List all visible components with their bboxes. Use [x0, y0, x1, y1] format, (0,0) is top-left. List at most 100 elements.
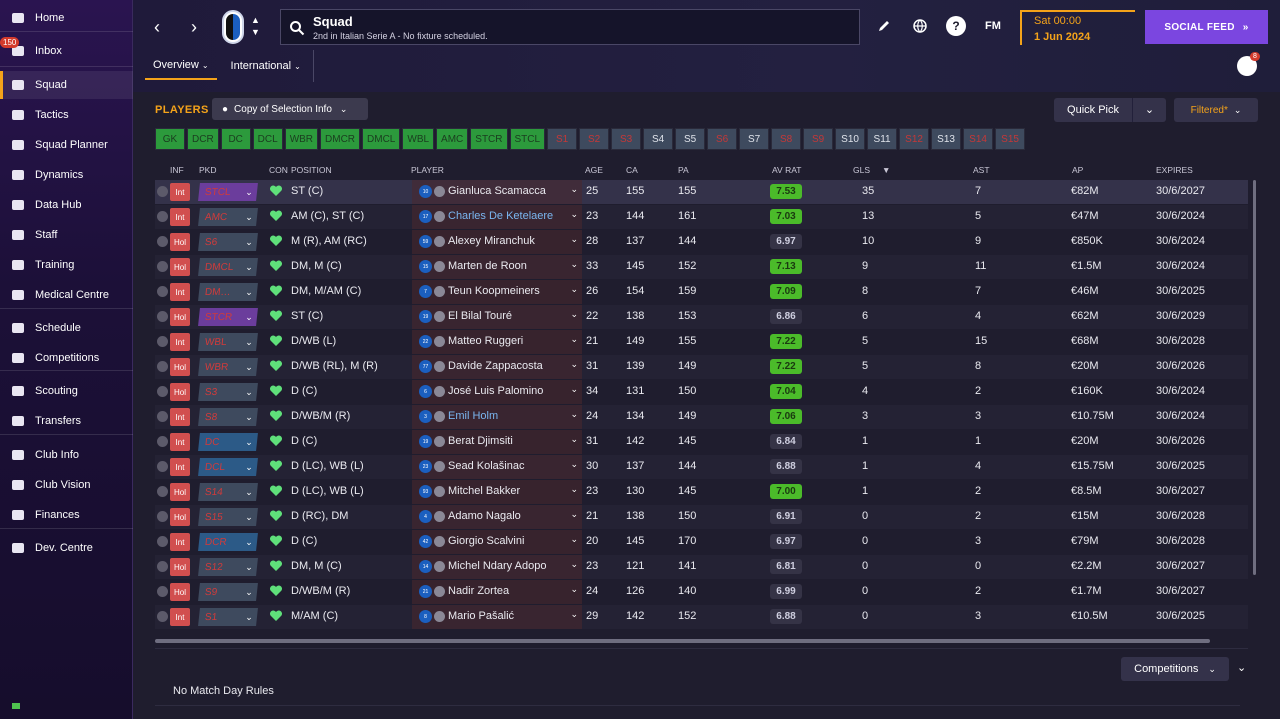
- picked-position-selector[interactable]: WBL ⌄: [198, 333, 258, 351]
- col-age[interactable]: AGE: [585, 165, 603, 175]
- chevron-down-icon[interactable]: ⌄: [570, 534, 578, 545]
- globe-icon[interactable]: [910, 16, 930, 36]
- position-button-dcr[interactable]: DCR: [187, 128, 219, 150]
- row-select-checkbox[interactable]: [157, 511, 168, 522]
- table-row[interactable]: Int S8 ⌄ D/WB/M (R) 3 Emil Holm ⌄ 24 134 149 7.06 3…: [155, 405, 1248, 429]
- position-button-s14[interactable]: S14: [963, 128, 994, 150]
- chevron-down-icon[interactable]: ⌄: [570, 234, 578, 245]
- col-expires[interactable]: EXPIRES: [1156, 165, 1193, 175]
- fm-menu-icon[interactable]: FM: [981, 16, 1005, 36]
- row-select-checkbox[interactable]: [157, 186, 168, 197]
- player-cell[interactable]: 6 José Luis Palomino ⌄: [412, 380, 582, 404]
- sidebar-item-tactics[interactable]: Tactics: [0, 101, 133, 129]
- player-cell[interactable]: 19 Berat Djimsiti ⌄: [412, 430, 582, 454]
- sidebar-item-medical-centre[interactable]: Medical Centre: [0, 281, 133, 309]
- col-position[interactable]: POSITION: [291, 165, 332, 175]
- position-button-s11[interactable]: S11: [867, 128, 898, 150]
- quick-pick-button[interactable]: Quick Pick ⌄: [1054, 98, 1166, 122]
- horizontal-scrollbar[interactable]: [155, 639, 1210, 643]
- table-row[interactable]: Hol S15 ⌄ D (RC), DM 4 Adamo Nagalo ⌄ 21 138 150 6…: [155, 505, 1248, 529]
- chevron-down-icon[interactable]: ⌄: [570, 509, 578, 520]
- player-cell[interactable]: 14 Michel Ndary Adopo ⌄: [412, 555, 582, 579]
- sidebar-item-club-vision[interactable]: Club Vision: [0, 471, 133, 499]
- position-button-wbr[interactable]: WBR: [284, 128, 319, 150]
- player-cell[interactable]: 93 Mitchel Bakker ⌄: [412, 480, 582, 504]
- chevron-down-icon[interactable]: ⌄: [570, 384, 578, 395]
- sidebar-item-inbox[interactable]: Inbox: [0, 37, 133, 65]
- player-name[interactable]: Marten de Roon: [448, 260, 527, 272]
- col-ap[interactable]: AP: [1072, 165, 1083, 175]
- sidebar-item-competitions[interactable]: Competitions: [0, 344, 133, 372]
- player-name[interactable]: Nadir Zortea: [448, 585, 509, 597]
- row-select-checkbox[interactable]: [157, 311, 168, 322]
- table-row[interactable]: Int DCL ⌄ D (LC), WB (L) 23 Sead Kolašinac ⌄ 30…: [155, 455, 1248, 479]
- chevron-down-icon[interactable]: ⌄: [570, 309, 578, 320]
- player-name[interactable]: José Luis Palomino: [448, 385, 543, 397]
- picked-position-selector[interactable]: S3 ⌄: [198, 383, 258, 401]
- chevron-down-icon[interactable]: ⌄: [570, 209, 578, 220]
- chevron-down-icon[interactable]: ⌄: [570, 459, 578, 470]
- player-name[interactable]: Mitchel Bakker: [448, 485, 520, 497]
- position-button-stcr[interactable]: STCR: [470, 128, 508, 150]
- player-name[interactable]: Mario Pašalić: [448, 610, 514, 622]
- table-row[interactable]: Int DCR ⌄ D (C) 42 Giorgio Scalvini ⌄ 20 145 170 6…: [155, 530, 1248, 554]
- chevron-down-icon[interactable]: ⌄: [570, 559, 578, 570]
- row-select-checkbox[interactable]: [157, 261, 168, 272]
- table-row[interactable]: Hol S6 ⌄ M (R), AM (RC) 59 Alexey Miranchuk ⌄ 2…: [155, 230, 1248, 254]
- row-select-checkbox[interactable]: [157, 236, 168, 247]
- help-icon[interactable]: ?: [946, 16, 966, 36]
- player-name[interactable]: Davide Zappacosta: [448, 360, 543, 372]
- position-button-gk[interactable]: GK: [155, 128, 185, 150]
- player-name[interactable]: El Bilal Touré: [448, 310, 512, 322]
- col-ca[interactable]: CA: [626, 165, 638, 175]
- table-row[interactable]: Int S1 ⌄ M/AM (C) 8 Mario Pašalić ⌄ 29 142 152 6.8…: [155, 605, 1248, 629]
- player-cell[interactable]: 3 Emil Holm ⌄: [412, 405, 582, 429]
- sidebar-item-dynamics[interactable]: Dynamics: [0, 161, 133, 189]
- table-row[interactable]: Hol DMCL ⌄ DM, M (C) 15 Marten de Roon ⌄ 33 145 1…: [155, 255, 1248, 279]
- picked-position-selector[interactable]: DM… ⌄: [198, 283, 258, 301]
- picked-position-selector[interactable]: S8 ⌄: [198, 408, 258, 426]
- table-row[interactable]: Int STCL ⌄ ST (C) 10 Gianluca Scamacca ⌄ 25 155 1…: [155, 180, 1248, 204]
- player-name[interactable]: Berat Djimsiti: [448, 435, 513, 447]
- col-player[interactable]: PLAYER: [411, 165, 444, 175]
- chevron-down-icon[interactable]: ⌄: [570, 284, 578, 295]
- table-row[interactable]: Int AMC ⌄ AM (C), ST (C) 17 Charles De Ketela…: [155, 205, 1248, 229]
- position-button-s15[interactable]: S15: [995, 128, 1026, 150]
- chevron-down-icon[interactable]: ⌄: [570, 334, 578, 345]
- player-cell[interactable]: 42 Giorgio Scalvini ⌄: [412, 530, 582, 554]
- forward-arrow-icon[interactable]: ›: [184, 15, 204, 39]
- player-cell[interactable]: 23 Sead Kolašinac ⌄: [412, 455, 582, 479]
- copy-selection-info-button[interactable]: ● Copy of Selection Info ⌄: [212, 98, 368, 120]
- position-button-dcl[interactable]: DCL: [252, 128, 283, 150]
- picked-position-selector[interactable]: DC ⌄: [198, 433, 258, 451]
- vertical-scrollbar[interactable]: [1253, 180, 1256, 575]
- picked-position-selector[interactable]: S12 ⌄: [198, 558, 258, 576]
- picked-position-selector[interactable]: WBR ⌄: [198, 358, 258, 376]
- row-select-checkbox[interactable]: [157, 461, 168, 472]
- search-box[interactable]: Squad 2nd in Italian Serie A - No fixtur…: [280, 9, 860, 45]
- row-select-checkbox[interactable]: [157, 486, 168, 497]
- picked-position-selector[interactable]: S14 ⌄: [198, 483, 258, 501]
- player-name[interactable]: Sead Kolašinac: [448, 460, 524, 472]
- player-cell[interactable]: 7 Teun Koopmeiners ⌄: [412, 280, 582, 304]
- col-gls[interactable]: GLS: [853, 165, 870, 175]
- position-button-s3[interactable]: S3: [611, 128, 642, 150]
- player-name[interactable]: Charles De Ketelaere: [448, 210, 553, 222]
- row-select-checkbox[interactable]: [157, 586, 168, 597]
- picked-position-selector[interactable]: S1 ⌄: [198, 608, 258, 626]
- row-select-checkbox[interactable]: [157, 361, 168, 372]
- chevron-down-icon[interactable]: ⌄: [570, 259, 578, 270]
- chevron-down-icon[interactable]: ⌄: [570, 484, 578, 495]
- collapse-chevron-icon[interactable]: ⌄: [1237, 661, 1246, 674]
- sidebar-item-home[interactable]: Home: [0, 4, 133, 32]
- tab-international[interactable]: International ⌄: [223, 52, 309, 80]
- row-select-checkbox[interactable]: [157, 561, 168, 572]
- row-select-checkbox[interactable]: [157, 286, 168, 297]
- player-name[interactable]: Michel Ndary Adopo: [448, 560, 546, 572]
- chevron-down-icon[interactable]: ⌄: [570, 434, 578, 445]
- player-cell[interactable]: 10 Gianluca Scamacca ⌄: [412, 180, 582, 204]
- chevron-down-icon[interactable]: ⌄: [570, 184, 578, 195]
- chevron-down-icon[interactable]: ⌄: [570, 409, 578, 420]
- club-crest-icon[interactable]: [222, 10, 244, 44]
- player-cell[interactable]: 15 Marten de Roon ⌄: [412, 255, 582, 279]
